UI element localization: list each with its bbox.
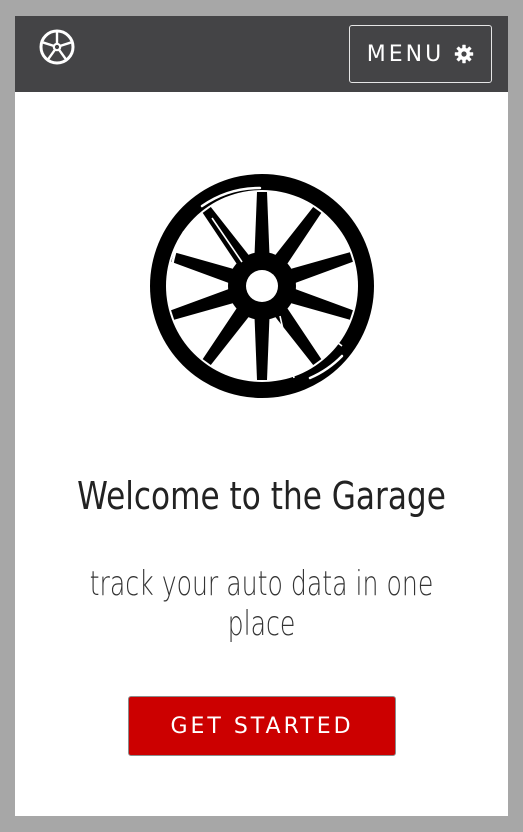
wheel-icon bbox=[142, 166, 382, 406]
top-nav-bar: MENU bbox=[15, 16, 508, 92]
menu-label: MENU bbox=[366, 41, 445, 67]
app-screen: MENU Welcome to the Garage track your au… bbox=[15, 16, 508, 816]
wheel-icon[interactable] bbox=[37, 27, 77, 67]
gear-icon bbox=[454, 44, 474, 64]
menu-button[interactable]: MENU bbox=[349, 25, 492, 83]
page-subtitle: track your auto data in one place bbox=[89, 564, 434, 644]
page-title: Welcome to the Garage bbox=[77, 474, 446, 518]
get-started-button[interactable]: GET STARTED bbox=[128, 696, 396, 756]
